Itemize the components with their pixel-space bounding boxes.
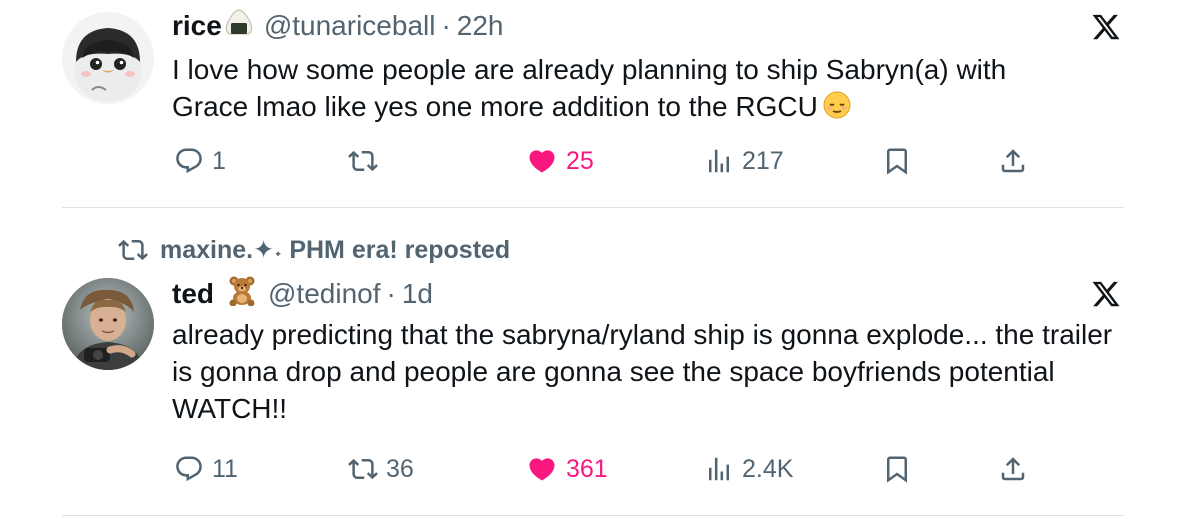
tweet-header: ted @tedinof · 1d [172, 274, 433, 314]
avatar-rice[interactable] [62, 12, 154, 104]
share-icon [1001, 457, 1025, 481]
views-button[interactable]: 217 [704, 144, 784, 178]
display-name[interactable]: ted [172, 277, 214, 311]
like-count: 361 [566, 454, 608, 483]
share-icon [1001, 149, 1025, 173]
person-photo-avatar-icon [62, 278, 154, 370]
tweet-actions: 1 25 217 [172, 144, 1072, 178]
reply-icon [176, 148, 202, 174]
onigiri-icon [224, 8, 254, 44]
tweet-header: rice @tunariceball · 22h [172, 8, 504, 44]
timestamp[interactable]: 22h [457, 9, 504, 43]
x-logo-icon[interactable] [1091, 12, 1121, 42]
repost-button[interactable]: 36 [348, 452, 414, 486]
bookmark-button[interactable] [882, 144, 912, 178]
bookmark-icon [887, 456, 907, 483]
reposted-by-text: maxine.✦˖ PHM era! reposted [160, 236, 511, 264]
tweet-divider [62, 515, 1124, 516]
reply-icon [176, 456, 202, 482]
avatar-ted[interactable] [62, 278, 154, 370]
timestamp[interactable]: 1d [402, 277, 433, 311]
reply-button[interactable]: 1 [174, 144, 226, 178]
like-button[interactable]: 361 [526, 452, 608, 486]
tweet-divider [62, 207, 1124, 208]
reply-count: 1 [212, 146, 226, 175]
views-count: 217 [742, 146, 784, 175]
reply-count: 11 [212, 454, 238, 483]
repost-button[interactable] [348, 144, 378, 178]
reply-button[interactable]: 11 [174, 452, 238, 486]
share-button[interactable] [998, 452, 1028, 486]
dot-separator: · [386, 278, 396, 309]
views-icon [709, 149, 729, 173]
like-button[interactable]: 25 [526, 144, 594, 178]
views-count: 2.4K [742, 454, 794, 483]
bookmark-button[interactable] [882, 452, 912, 486]
tweet-text: already predicting that the sabryna/ryla… [172, 316, 1122, 427]
tweet-text-content: already predicting that the sabryna/ryla… [172, 319, 1113, 424]
repost-icon [118, 239, 148, 261]
repost-indicator[interactable]: maxine.✦˖ PHM era! reposted [118, 233, 510, 267]
x-logo-icon[interactable] [1091, 279, 1121, 309]
bookmark-icon [887, 148, 907, 175]
teddy-bear-icon [226, 274, 258, 314]
share-button[interactable] [998, 144, 1028, 178]
like-count: 25 [566, 146, 594, 175]
repost-count: 36 [386, 454, 414, 483]
user-handle[interactable]: @tedinof [268, 277, 381, 311]
like-heart-icon [529, 150, 555, 173]
tweet-actions: 11 36 361 2.4K [172, 452, 1072, 486]
tweet-text: I love how some people are already plann… [172, 51, 1072, 129]
user-handle[interactable]: @tunariceball [264, 9, 436, 43]
repost-icon [348, 458, 378, 480]
display-name[interactable]: rice [172, 9, 222, 43]
tweet-text-content: I love how some people are already plann… [172, 54, 1007, 122]
relieved-face-icon [822, 90, 852, 129]
dot-separator: · [441, 10, 451, 41]
repost-icon [348, 150, 378, 172]
like-heart-icon [529, 458, 555, 481]
views-button[interactable]: 2.4K [704, 452, 793, 486]
views-icon [709, 457, 729, 481]
penguin-avatar-icon [62, 12, 154, 104]
